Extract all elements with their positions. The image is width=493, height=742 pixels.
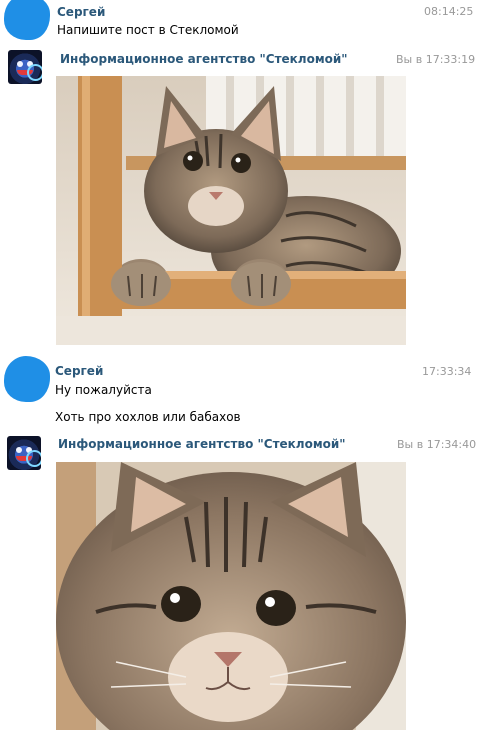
message-timestamp[interactable]: 17:33:34 <box>422 365 471 378</box>
user-avatar[interactable] <box>4 0 50 40</box>
cat-photo-closeup[interactable] <box>56 462 406 730</box>
message-timestamp[interactable]: Вы в 17:34:40 <box>397 438 476 451</box>
message-text: Хоть про хохлов или бабахов <box>55 410 241 424</box>
message-2: Информационное агентство "Стекломой" Вы … <box>0 44 493 346</box>
group-avatar[interactable] <box>7 436 41 470</box>
cat-photo-chair[interactable] <box>56 76 406 345</box>
author-name-link[interactable]: Информационное агентство "Стекломой" <box>60 52 348 66</box>
message-text: Ну пожалуйста <box>55 383 152 397</box>
user-avatar[interactable] <box>4 356 50 402</box>
message-text: Напишите пост в Стекломой <box>57 23 239 37</box>
group-avatar[interactable] <box>8 50 42 84</box>
cat-photo-closeup-image <box>56 462 406 730</box>
message-timestamp[interactable]: Вы в 17:33:19 <box>396 53 475 66</box>
avatar-eye-left <box>16 447 22 453</box>
author-name-link[interactable]: Информационное агентство "Стекломой" <box>58 437 346 451</box>
avatar-eye-left <box>17 61 23 67</box>
message-4: Информационное агентство "Стекломой" Вы … <box>0 428 493 742</box>
cat-photo-chair-image <box>56 76 406 345</box>
author-name-link[interactable]: Сергей <box>55 364 103 378</box>
author-name-link[interactable]: Сергей <box>57 5 105 19</box>
message-timestamp[interactable]: 08:14:25 <box>424 5 473 18</box>
message-3: Сергей 17:33:34 Ну пожалуйста Хоть про х… <box>0 346 493 428</box>
message-1: Сергей 08:14:25 Напишите пост в Стекломо… <box>0 0 493 44</box>
